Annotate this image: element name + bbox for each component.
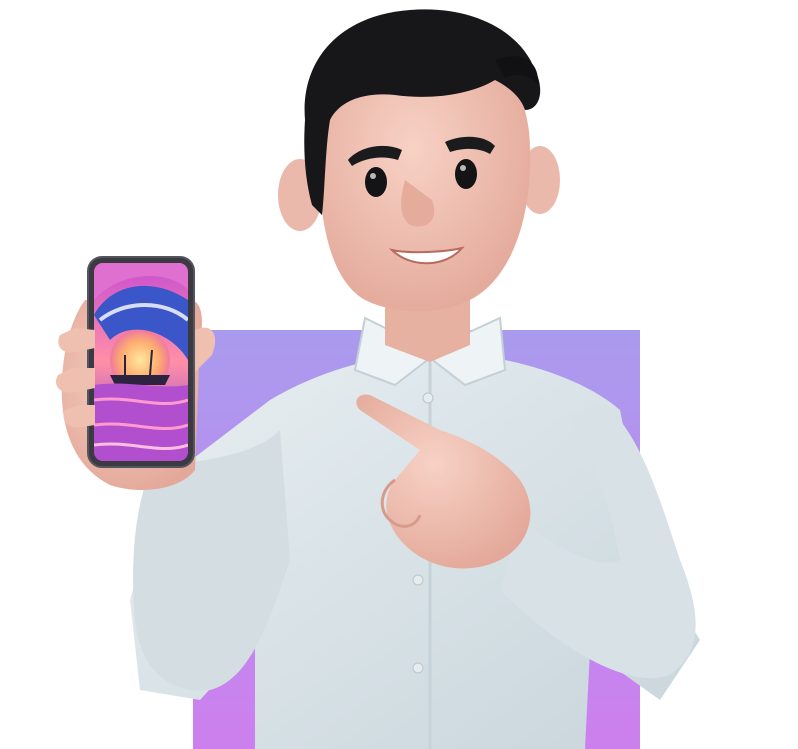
holding-fingers: [55, 328, 95, 428]
illustration-stage: [0, 0, 798, 749]
shirt-button-1: [422, 392, 434, 404]
right-eye: [455, 159, 477, 189]
man-with-phone-illustration: [55, 9, 700, 749]
shirt-button-3: [412, 574, 424, 586]
left-eye: [365, 167, 387, 197]
phone-screen: [94, 263, 188, 461]
shirt-button-4: [412, 662, 424, 674]
